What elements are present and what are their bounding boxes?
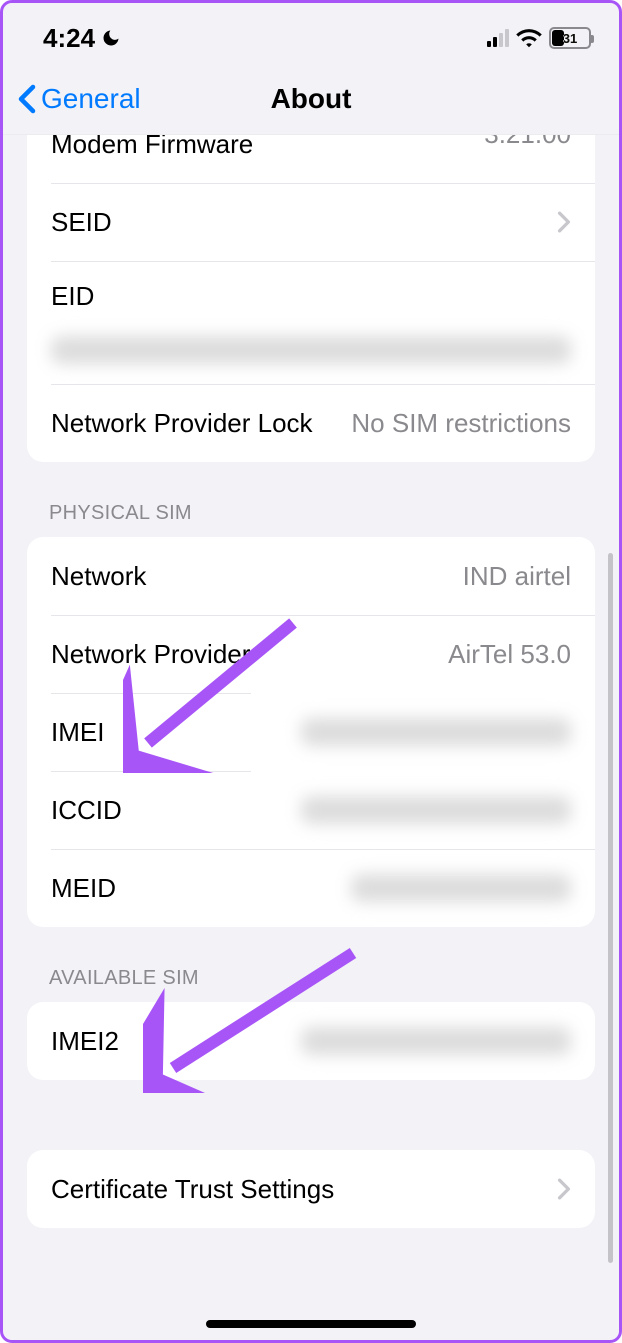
np-value: AirTel 53.0 <box>448 639 571 670</box>
section-header-physical-sim: PHYSICAL SIM <box>3 502 619 537</box>
redacted-value <box>301 718 571 746</box>
row-imei2[interactable]: IMEI2 <box>27 1002 595 1080</box>
scrollbar-indicator <box>608 553 613 1263</box>
back-button[interactable]: General <box>3 83 141 115</box>
np-label: Network Provider <box>51 639 250 670</box>
imei-label: IMEI <box>51 717 104 748</box>
section-header-available-sim: AVAILABLE SIM <box>3 967 619 1002</box>
status-time: 4:24 <box>43 23 95 54</box>
home-indicator[interactable] <box>206 1320 416 1328</box>
row-modem-firmware[interactable]: Modem Firmware 3.21.00 <box>27 135 595 183</box>
back-label: General <box>41 83 141 115</box>
row-iccid[interactable]: ICCID <box>27 771 595 849</box>
redacted-value <box>301 1027 571 1055</box>
row-seid[interactable]: SEID <box>27 183 595 261</box>
row-certificate-trust-settings[interactable]: Certificate Trust Settings <box>27 1150 595 1228</box>
do-not-disturb-icon <box>101 28 121 48</box>
chevron-right-icon <box>557 1178 571 1200</box>
redacted-value <box>51 336 571 364</box>
redacted-value <box>301 796 571 824</box>
meid-label: MEID <box>51 873 116 904</box>
network-label: Network <box>51 561 146 592</box>
cert-label: Certificate Trust Settings <box>51 1174 334 1205</box>
available-sim-group: IMEI2 <box>27 1002 595 1080</box>
modem-firmware-value: 3.21.00 <box>484 135 571 150</box>
modem-firmware-label: Modem Firmware <box>51 135 253 160</box>
row-imei[interactable]: IMEI <box>27 693 595 771</box>
page-title: About <box>271 83 352 115</box>
battery-icon: 31 <box>549 27 591 49</box>
redacted-value <box>351 874 571 902</box>
row-network-provider-lock[interactable]: Network Provider Lock No SIM restriction… <box>27 384 595 462</box>
row-network[interactable]: Network IND airtel <box>27 537 595 615</box>
status-bar: 4:24 31 <box>3 3 619 63</box>
scroll-area[interactable]: Modem Firmware 3.21.00 SEID EID <box>3 135 619 1340</box>
wifi-icon <box>516 28 542 48</box>
chevron-left-icon <box>17 84 37 114</box>
npl-value: No SIM restrictions <box>351 408 571 439</box>
nav-bar: General About <box>3 63 619 135</box>
eid-label: EID <box>51 281 94 312</box>
row-eid[interactable]: EID <box>27 261 595 384</box>
seid-label: SEID <box>51 207 112 238</box>
cert-trust-group: Certificate Trust Settings <box>27 1150 595 1228</box>
physical-sim-group: Network IND airtel Network Provider AirT… <box>27 537 595 927</box>
imei2-label: IMEI2 <box>51 1026 119 1057</box>
chevron-right-icon <box>557 211 571 233</box>
row-meid[interactable]: MEID <box>27 849 595 927</box>
row-network-provider[interactable]: Network Provider AirTel 53.0 <box>27 615 595 693</box>
npl-label: Network Provider Lock <box>51 408 313 439</box>
cellular-signal-icon <box>487 29 509 47</box>
network-value: IND airtel <box>463 561 571 592</box>
about-group-1: Modem Firmware 3.21.00 SEID EID <box>27 135 595 462</box>
iccid-label: ICCID <box>51 795 122 826</box>
